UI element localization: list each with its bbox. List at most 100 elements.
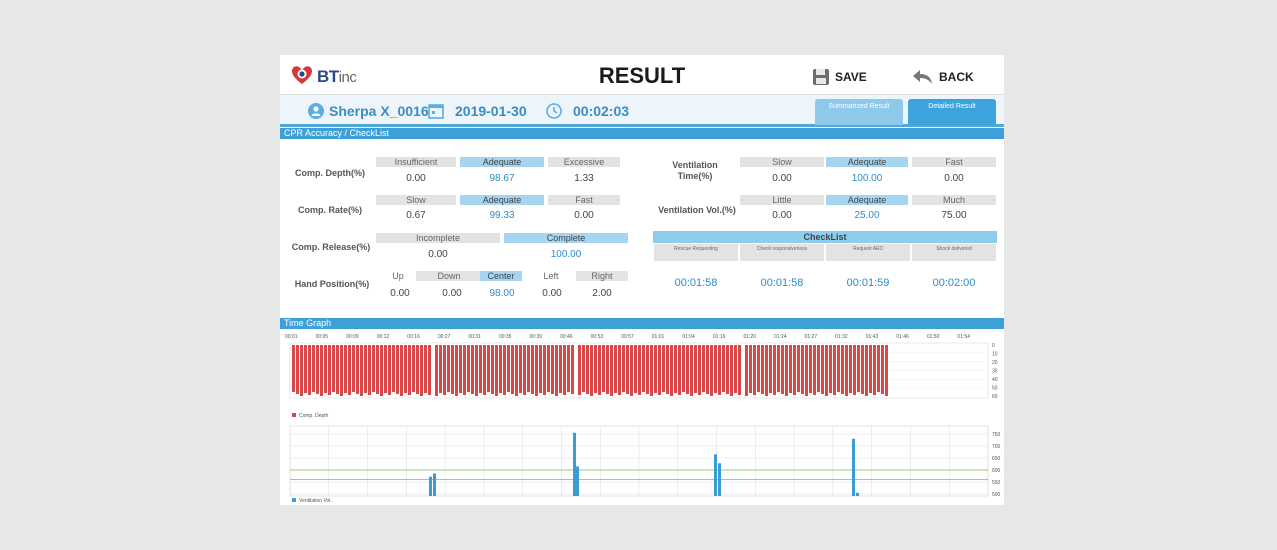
depth-bar xyxy=(320,345,323,396)
depth-bar xyxy=(646,345,649,394)
depth-bar xyxy=(781,345,784,394)
time-graph: 00:01 00:05 00:09 00:12 00:16 00:27 00:31 00:35… xyxy=(285,334,1001,504)
time-tick-label: 00:01 xyxy=(285,334,298,340)
depth-bar xyxy=(416,345,419,394)
depth-bar xyxy=(833,345,836,395)
depth-bar xyxy=(877,345,880,392)
session-duration: 00:02:03 xyxy=(573,103,630,119)
vent-legend-swatch xyxy=(292,498,296,502)
depth-bar xyxy=(618,345,621,395)
duration-info: 00:02:03 xyxy=(546,103,629,119)
back-label: BACK xyxy=(939,70,974,84)
depth-bar xyxy=(539,345,542,393)
rate-header-fast: Fast xyxy=(548,195,620,205)
hand-position-label: Hand Position(%) xyxy=(294,279,370,289)
depth-axis-tick: 30 xyxy=(992,369,998,375)
checklist-item-request-aed: Request AED xyxy=(826,244,910,261)
depth-bar xyxy=(753,345,756,395)
session-info-bar: Sherpa X_0016 2019-01-30 00:02:03 Summar… xyxy=(280,95,1004,127)
depth-bar xyxy=(642,345,645,392)
checklist-item-shock-delivered: Shock delivered xyxy=(912,244,996,261)
depth-bar xyxy=(586,345,589,394)
depth-bar xyxy=(845,345,848,396)
depth-bar xyxy=(344,345,347,393)
depth-bar xyxy=(722,345,725,392)
checklist-time-shock-delivered: 00:02:00 xyxy=(932,277,976,289)
depth-bar xyxy=(813,345,816,395)
depth-bar xyxy=(352,345,355,392)
tab-summarized-result[interactable]: Summarized Result xyxy=(815,99,903,125)
depth-bar xyxy=(551,345,554,394)
depth-bar xyxy=(885,345,888,396)
floppy-disk-icon xyxy=(813,69,829,85)
checklist-time-check-responsiveness: 00:01:58 xyxy=(760,277,804,289)
comp-release-label: Comp. Release(%) xyxy=(291,242,371,252)
date-info: 2019-01-30 xyxy=(428,103,527,119)
comp-depth-label: Comp. Depth(%) xyxy=(295,168,365,178)
depth-bar xyxy=(777,345,780,392)
time-tick-label: 00:35 xyxy=(499,334,512,340)
depth-bar xyxy=(428,345,431,395)
depth-bar xyxy=(364,345,367,393)
depth-bar xyxy=(424,345,427,393)
time-tick-label: 00:05 xyxy=(316,334,329,340)
depth-header-adequate: Adequate xyxy=(460,157,544,167)
page-title: RESULT xyxy=(598,63,686,88)
depth-bar xyxy=(296,345,299,394)
depth-bar xyxy=(710,345,713,396)
depth-bar xyxy=(809,345,812,393)
depth-bar xyxy=(837,345,840,392)
release-value-complete: 100.00 xyxy=(550,249,582,260)
depth-bar xyxy=(511,345,514,394)
hand-header-center: Center xyxy=(480,271,522,281)
vent-vol-value-adequate: 25.00 xyxy=(854,210,880,221)
checklist-time-rescue-requesting: 00:01:58 xyxy=(674,277,718,289)
depth-bar xyxy=(682,345,685,392)
back-button[interactable]: BACK xyxy=(912,68,974,86)
depth-bar xyxy=(451,345,454,394)
rate-header-adequate: Adequate xyxy=(460,195,544,205)
depth-bar xyxy=(435,345,438,396)
vent-axis-tick: 550 xyxy=(992,480,1001,486)
depth-bar xyxy=(773,345,776,395)
depth-bar xyxy=(380,345,383,396)
depth-axis-tick: 60 xyxy=(992,394,998,400)
depth-bar xyxy=(610,345,613,396)
depth-axis-tick: 40 xyxy=(992,377,998,383)
depth-bar xyxy=(674,345,677,393)
depth-bar xyxy=(360,345,363,396)
depth-bar xyxy=(650,345,653,396)
time-tick-label: 00:12 xyxy=(377,334,390,340)
depth-bar xyxy=(829,345,832,393)
vent-time-value-fast: 0.00 xyxy=(944,173,964,184)
save-button[interactable]: SAVE xyxy=(812,68,867,86)
hand-header-up: Up xyxy=(384,271,412,281)
back-arrow-icon xyxy=(913,70,932,84)
depth-bar xyxy=(491,345,494,394)
tab-detailed-result[interactable]: Detailed Result xyxy=(908,99,996,125)
depth-value-insufficient: 0.00 xyxy=(406,173,426,184)
depth-bar xyxy=(865,345,868,396)
hand-header-left: Left xyxy=(530,271,572,281)
depth-bar xyxy=(654,345,657,393)
depth-bar xyxy=(686,345,689,394)
save-label: SAVE xyxy=(835,70,867,84)
vent-bar xyxy=(433,473,436,496)
depth-bar xyxy=(567,345,570,392)
user-icon xyxy=(308,103,324,119)
vent-vol-header-adequate: Adequate xyxy=(826,195,908,205)
depth-bar xyxy=(543,345,546,395)
depth-bar xyxy=(801,345,804,394)
depth-bar xyxy=(666,345,669,394)
vent-bar xyxy=(573,432,576,496)
depth-bar xyxy=(463,345,466,395)
vent-bar xyxy=(429,476,432,496)
vent-axis-tick: 500 xyxy=(992,492,1001,498)
comp-rate-label: Comp. Rate(%) xyxy=(297,205,362,215)
hand-value-left: 0.00 xyxy=(542,288,562,299)
time-tick-label: 00:16 xyxy=(407,334,420,340)
depth-bar xyxy=(853,345,856,395)
depth-bar xyxy=(626,345,629,394)
result-screen: BTinc RESULT SAVE BACK Sherpa X_0016 201… xyxy=(280,55,1004,505)
depth-bar xyxy=(594,345,597,393)
